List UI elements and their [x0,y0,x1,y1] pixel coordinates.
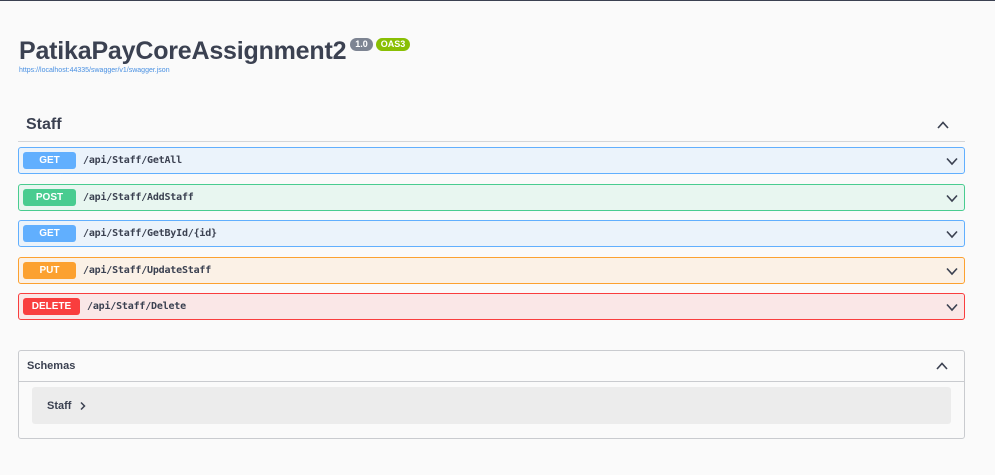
operation-delete-delete[interactable]: DELETE /api/Staff/Delete [18,293,965,320]
api-info: PatikaPayCoreAssignment2 1.0 OAS3 https:… [19,36,411,74]
schemas-header[interactable]: Schemas [19,351,964,382]
method-badge: POST [23,189,76,206]
oas-badge: OAS3 [375,38,411,51]
schema-item-staff[interactable]: Staff [32,387,951,424]
method-badge: DELETE [23,298,80,315]
chevron-up-icon[interactable] [932,356,952,376]
operation-get-getall[interactable]: GET /api/Staff/GetAll [18,147,965,174]
operation-path: /api/Staff/GetAll [83,155,182,166]
method-badge: GET [23,225,76,242]
chevron-down-icon[interactable] [942,261,962,281]
method-badge: GET [23,152,76,169]
chevron-up-icon[interactable] [933,115,953,135]
tag-title: Staff [26,116,62,133]
operation-post-addstaff[interactable]: POST /api/Staff/AddStaff [18,184,965,211]
chevron-down-icon[interactable] [942,188,962,208]
operation-path: /api/Staff/Delete [87,301,186,312]
api-title: PatikaPayCoreAssignment2 [19,37,347,65]
tag-section-staff[interactable]: Staff [18,109,965,142]
schemas-section: Schemas Staff [18,350,965,439]
chevron-down-icon[interactable] [942,297,962,317]
chevron-right-icon[interactable] [79,401,87,411]
operation-path: /api/Staff/UpdateStaff [83,265,212,276]
operation-path: /api/Staff/AddStaff [83,192,194,203]
operation-path: /api/Staff/GetById/{id} [83,228,217,239]
chevron-down-icon[interactable] [942,151,962,171]
operation-put-updatestaff[interactable]: PUT /api/Staff/UpdateStaff [18,257,965,284]
schemas-title: Schemas [27,360,76,372]
operation-get-getbyid[interactable]: GET /api/Staff/GetById/{id} [18,220,965,247]
chevron-down-icon[interactable] [942,224,962,244]
version-badge: 1.0 [350,38,373,51]
schema-name: Staff [47,399,72,412]
method-badge: PUT [23,262,76,279]
swagger-json-link[interactable]: https://localhost:44335/swagger/v1/swagg… [19,67,410,74]
